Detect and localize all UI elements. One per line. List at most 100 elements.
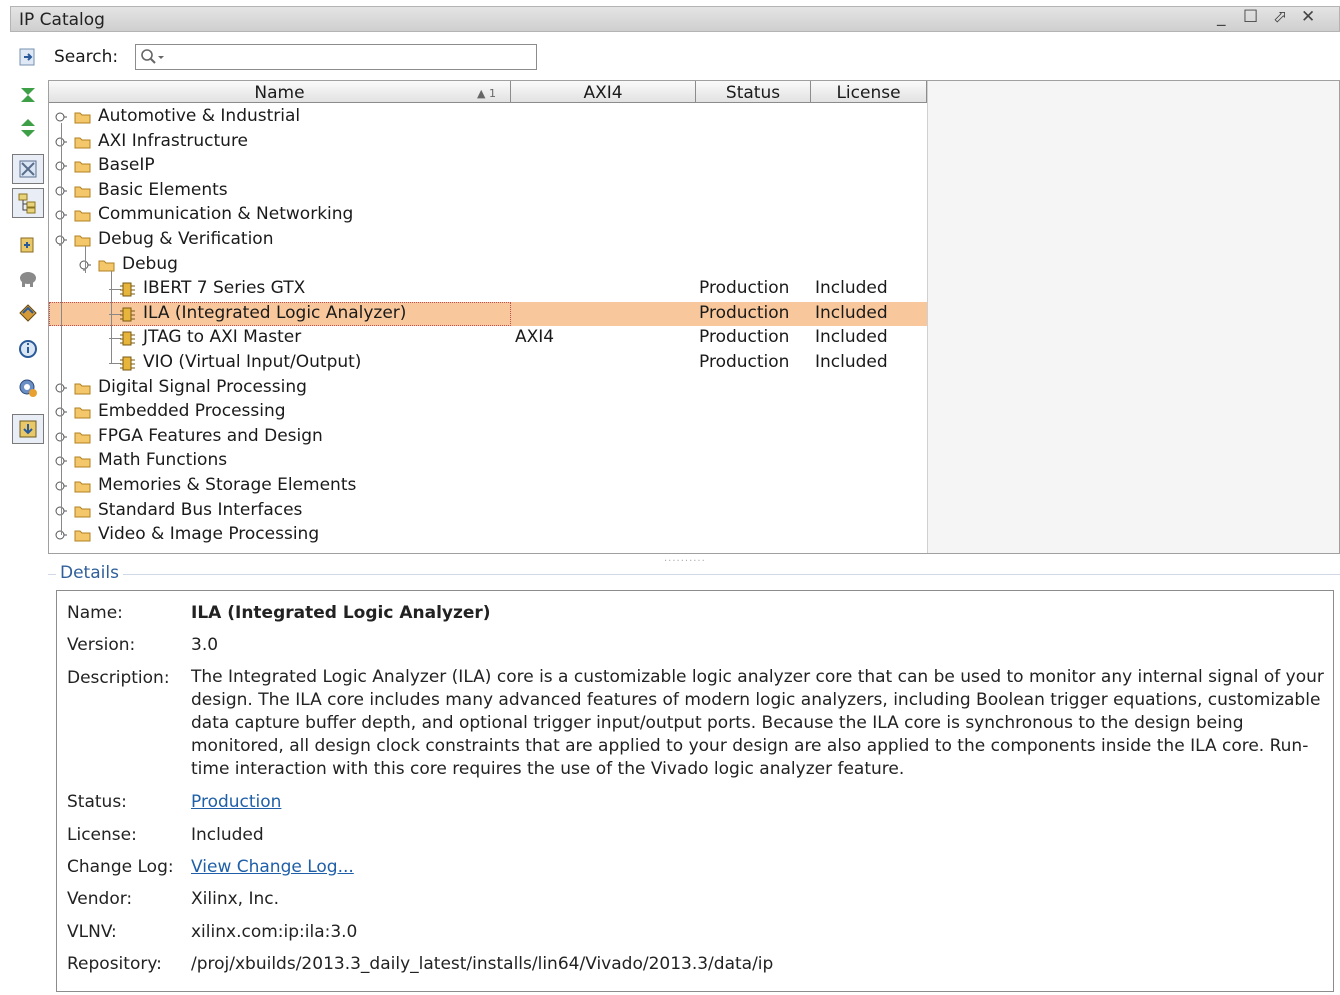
detail-vlnv-value: xilinx.com:ip:ila:3.0 bbox=[191, 922, 358, 942]
search-icon[interactable] bbox=[140, 48, 166, 66]
sort-button[interactable] bbox=[12, 113, 44, 143]
category-row[interactable]: Standard Bus Interfaces bbox=[49, 499, 927, 524]
restore-button[interactable]: ⬀ bbox=[1273, 7, 1287, 27]
category-row[interactable]: Embedded Processing bbox=[49, 400, 927, 425]
folder-icon bbox=[74, 432, 91, 444]
name-cell: Video & Image Processing bbox=[49, 523, 511, 548]
row-name: Video & Image Processing bbox=[98, 524, 320, 545]
left-toolbar bbox=[10, 40, 48, 460]
row-name: BaseIP bbox=[98, 155, 155, 176]
name-cell: Embedded Processing bbox=[49, 400, 511, 425]
column-header-status[interactable]: Status bbox=[696, 81, 811, 103]
row-status: Production bbox=[699, 302, 790, 323]
detail-version-value: 3.0 bbox=[191, 635, 219, 655]
settings-button[interactable] bbox=[12, 373, 44, 403]
category-row[interactable]: Debug bbox=[49, 253, 927, 278]
search-input[interactable] bbox=[135, 44, 537, 70]
category-row[interactable]: BaseIP bbox=[49, 154, 927, 179]
show-hierarchy-button[interactable] bbox=[12, 188, 44, 218]
customize-button[interactable] bbox=[12, 154, 44, 184]
row-status: Production bbox=[699, 327, 790, 348]
maximize-button[interactable]: ☐ bbox=[1243, 7, 1258, 27]
ip-row[interactable]: ILA (Integrated Logic Analyzer) Productio… bbox=[49, 301, 927, 327]
category-row[interactable]: Video & Image Processing bbox=[49, 523, 927, 548]
detail-license-label: License: bbox=[67, 825, 137, 845]
detail-vendor-value: Xilinx, Inc. bbox=[191, 889, 279, 909]
row-name: VIO (Virtual Input/Output) bbox=[143, 352, 362, 372]
properties-button[interactable] bbox=[12, 298, 44, 328]
collapse-all-button[interactable] bbox=[12, 42, 44, 72]
add-repository-button[interactable] bbox=[12, 230, 44, 260]
detail-status-link[interactable]: Production bbox=[191, 792, 281, 812]
close-button[interactable]: ✕ bbox=[1301, 7, 1315, 27]
row-name: Basic Elements bbox=[98, 179, 228, 200]
table-empty-area bbox=[927, 81, 1339, 553]
folder-icon bbox=[74, 210, 91, 222]
download-button[interactable] bbox=[12, 414, 44, 444]
expand-all-icon bbox=[21, 88, 35, 102]
detail-name-label: Name: bbox=[67, 603, 123, 623]
row-name: Digital Signal Processing bbox=[98, 376, 307, 397]
row-name: Debug bbox=[122, 253, 178, 274]
search-label: Search: bbox=[54, 47, 119, 67]
window-title: IP Catalog bbox=[19, 10, 105, 30]
row-name: Embedded Processing bbox=[98, 401, 286, 422]
ip-core-icon bbox=[120, 307, 135, 322]
detail-description-label: Description: bbox=[67, 668, 170, 688]
category-row[interactable]: Math Functions bbox=[49, 449, 927, 474]
column-header-name[interactable]: Name ▲ 1 bbox=[49, 81, 511, 103]
category-row[interactable]: AXI Infrastructure bbox=[49, 130, 927, 155]
sort-icon bbox=[21, 119, 35, 137]
splitter-handle[interactable]: ·········· bbox=[664, 556, 706, 567]
folder-icon bbox=[74, 456, 91, 468]
column-header-axi4[interactable]: AXI4 bbox=[511, 81, 696, 103]
row-name: Automotive & Industrial bbox=[98, 106, 301, 126]
detail-name-value: ILA (Integrated Logic Analyzer) bbox=[191, 603, 491, 623]
name-cell: Memories & Storage Elements bbox=[49, 474, 511, 499]
expand-node-icon[interactable] bbox=[55, 111, 67, 123]
row-name: Standard Bus Interfaces bbox=[98, 499, 303, 520]
row-license: Included bbox=[815, 352, 888, 372]
add-repository-icon bbox=[20, 237, 34, 253]
detail-vlnv-label: VLNV: bbox=[67, 922, 117, 942]
folder-icon bbox=[74, 481, 91, 493]
properties-icon bbox=[19, 304, 37, 322]
category-row[interactable]: Automotive & Industrial bbox=[49, 105, 927, 130]
category-row[interactable]: Digital Signal Processing bbox=[49, 376, 927, 401]
tree-guide-line bbox=[61, 123, 62, 536]
detail-status-label: Status: bbox=[67, 792, 127, 812]
folder-icon bbox=[74, 383, 91, 395]
elephant-button[interactable] bbox=[12, 264, 44, 294]
category-row[interactable]: Debug & Verification bbox=[49, 228, 927, 253]
folder-open-icon bbox=[74, 235, 91, 247]
row-name: AXI Infrastructure bbox=[98, 130, 249, 151]
sort-indicator: ▲ 1 bbox=[477, 87, 496, 100]
expand-all-button[interactable] bbox=[12, 80, 44, 110]
minimize-button[interactable]: _ bbox=[1217, 7, 1226, 27]
name-cell: Communication & Networking bbox=[49, 203, 511, 228]
category-row[interactable]: FPGA Features and Design bbox=[49, 425, 927, 450]
ip-core-icon bbox=[120, 356, 135, 371]
view-change-log-link[interactable]: View Change Log... bbox=[191, 857, 354, 877]
ip-row[interactable]: JTAG to AXI Master AXI4 Production Included bbox=[49, 326, 927, 351]
category-row[interactable]: Communication & Networking bbox=[49, 203, 927, 228]
category-row[interactable]: Basic Elements bbox=[49, 179, 927, 204]
ip-row[interactable]: VIO (Virtual Input/Output) Production Incl… bbox=[49, 351, 927, 376]
info-button[interactable] bbox=[12, 333, 44, 363]
row-name: Math Functions bbox=[98, 450, 228, 471]
column-header-license[interactable]: License bbox=[811, 81, 927, 103]
name-cell: FPGA Features and Design bbox=[49, 425, 511, 450]
folder-icon bbox=[74, 407, 91, 419]
name-cell: IBERT 7 Series GTX bbox=[49, 277, 511, 302]
name-cell: AXI Infrastructure bbox=[49, 130, 511, 155]
row-status: Production bbox=[699, 278, 790, 299]
tree-guide-line bbox=[111, 270, 112, 363]
ip-catalog-table: Name ▲ 1 AXI4 Status License Automotive … bbox=[48, 80, 1340, 554]
download-icon bbox=[19, 420, 37, 438]
collapse-all-icon bbox=[19, 48, 35, 66]
row-name: Debug & Verification bbox=[98, 229, 274, 249]
category-row[interactable]: Memories & Storage Elements bbox=[49, 474, 927, 499]
ip-row[interactable]: IBERT 7 Series GTX Production Included bbox=[49, 277, 927, 302]
detail-repository-value: /proj/xbuilds/2013.3_daily_latest/instal… bbox=[191, 954, 774, 974]
row-status: Production bbox=[699, 352, 790, 372]
